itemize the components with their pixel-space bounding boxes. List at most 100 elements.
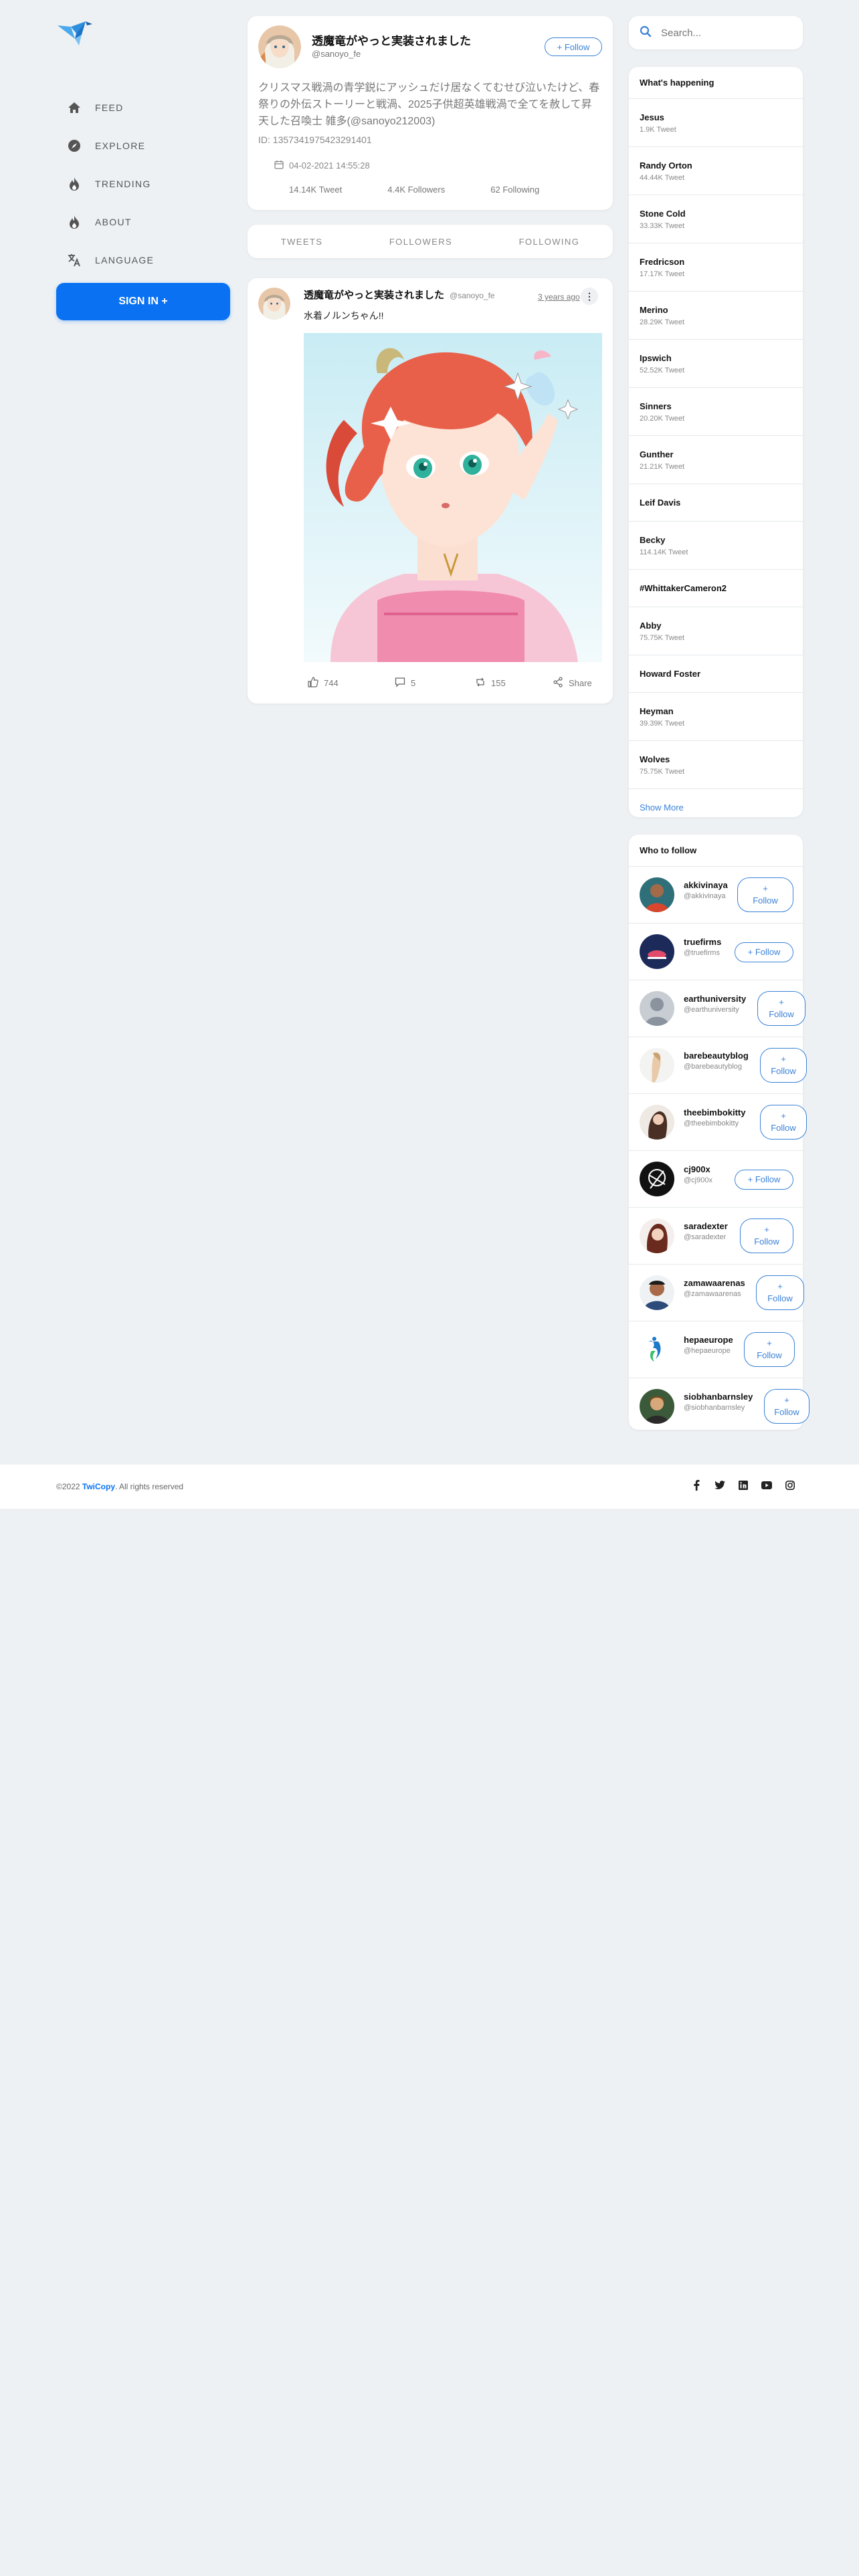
search-input[interactable]	[661, 27, 781, 39]
share-label: Share	[569, 678, 592, 688]
trend-name: Randy Orton	[640, 160, 692, 171]
suggestion-item: cj900x @cj900x + Follow	[629, 1151, 803, 1208]
trend-item[interactable]: Sinners 20.20K Tweet	[629, 388, 803, 436]
trend-item[interactable]: Ipswich 52.52K Tweet	[629, 340, 803, 388]
tweet-avatar[interactable]	[258, 288, 290, 320]
instagram-icon[interactable]	[784, 1479, 796, 1491]
suggestion-item: saradexter @saradexter + Follow	[629, 1208, 803, 1265]
trend-item[interactable]: Wolves 75.75K Tweet	[629, 741, 803, 789]
follow-button[interactable]: + Follow	[735, 942, 793, 962]
follow-button[interactable]: + Follow	[756, 1275, 804, 1310]
suggestion-name[interactable]: cj900x	[684, 1164, 710, 1174]
tweet-media-image[interactable]	[304, 333, 602, 662]
suggestion-item: zamawaarenas @zamawaarenas + Follow	[629, 1265, 804, 1321]
facebook-icon[interactable]	[690, 1479, 702, 1491]
suggestion-name[interactable]: saradexter	[684, 1221, 728, 1231]
trend-item[interactable]: Leif Davis	[629, 484, 803, 522]
copyright: ©2022 TwiCopy. All rights reserved	[56, 1482, 183, 1491]
suggestion-name[interactable]: barebeautyblog	[684, 1051, 749, 1061]
reply-button[interactable]: 5	[395, 677, 415, 689]
suggestion-name[interactable]: zamawaarenas	[684, 1278, 745, 1288]
tweet-author-name[interactable]: 透魔竜がやっと実装されました	[304, 288, 444, 302]
retweet-button[interactable]: 155	[475, 677, 506, 689]
sign-in-button[interactable]: SIGN IN +	[56, 283, 230, 320]
tab-followers[interactable]: FOLLOWERS	[389, 237, 452, 247]
trend-item[interactable]: #WhittakerCameron2	[629, 570, 803, 607]
follow-button[interactable]: + Follow	[737, 877, 793, 912]
avatar[interactable]	[640, 1332, 674, 1367]
whats-happening-panel: What's happening Jesus 1.9K Tweet Randy O…	[629, 67, 803, 817]
nav-item-language[interactable]: LANGUAGE	[56, 241, 230, 279]
follow-button[interactable]: + Follow	[760, 1048, 807, 1083]
profile-follow-button[interactable]: + Follow	[545, 37, 602, 56]
avatar[interactable]	[640, 1275, 674, 1310]
suggestion-handle: @truefirms	[684, 949, 720, 957]
trend-item[interactable]: Jesus 1.9K Tweet	[629, 99, 803, 147]
tweet-author: 透魔竜がやっと実装されました @sanoyo_fe	[304, 288, 495, 302]
footer: ©2022 TwiCopy. All rights reserved	[0, 1465, 859, 1509]
compass-icon	[67, 138, 82, 153]
suggestion-name[interactable]: siobhanbarnsley	[684, 1392, 753, 1402]
suggestion-name[interactable]: truefirms	[684, 937, 721, 947]
trend-item[interactable]: Heyman 39.39K Tweet	[629, 693, 803, 741]
follow-button[interactable]: + Follow	[764, 1389, 809, 1424]
bird-logo-icon[interactable]	[56, 19, 94, 48]
show-more-link[interactable]: Show More	[629, 789, 803, 826]
suggestion-item: theebimbokitty @theebimbokitty + Follow	[629, 1094, 807, 1151]
twitter-icon[interactable]	[714, 1479, 726, 1491]
brand-link[interactable]: TwiCopy	[82, 1482, 115, 1491]
suggestion-item: akkivinaya @akkivinaya + Follow	[629, 867, 803, 924]
follow-button[interactable]: + Follow	[760, 1105, 807, 1140]
avatar[interactable]	[640, 991, 674, 1026]
avatar[interactable]	[640, 934, 674, 969]
profile-card: 透魔竜がやっと実装されました @sanoyo_fe + Follow クリスマス…	[248, 16, 613, 210]
nav-label-feed: FEED	[95, 102, 124, 113]
trend-item[interactable]: Howard Foster	[629, 655, 803, 693]
profile-following-count[interactable]: 62 Following	[490, 185, 539, 195]
avatar[interactable]	[640, 1389, 674, 1424]
trend-item[interactable]: Merino 28.29K Tweet	[629, 292, 803, 340]
follow-button[interactable]: + Follow	[757, 991, 805, 1026]
profile-tweet-count[interactable]: 14.14K Tweet	[289, 185, 342, 195]
more-options-icon[interactable]: ⋮	[581, 288, 598, 305]
avatar[interactable]	[640, 1162, 674, 1196]
trend-item[interactable]: Becky 114.14K Tweet	[629, 522, 803, 570]
suggestion-name[interactable]: hepaeurope	[684, 1335, 733, 1345]
trend-item[interactable]: Abby 75.75K Tweet	[629, 607, 803, 655]
trend-count: 1.9K Tweet	[640, 125, 676, 134]
share-button[interactable]: Share	[553, 677, 592, 689]
follow-button[interactable]: + Follow	[735, 1170, 793, 1190]
profile-stats: 14.14K Tweet 4.4K Followers 62 Following	[289, 185, 585, 195]
home-icon	[67, 100, 82, 115]
trend-item[interactable]: Fredricson 17.17K Tweet	[629, 243, 803, 292]
tab-tweets[interactable]: TWEETS	[281, 237, 323, 247]
trend-item[interactable]: Gunther 21.21K Tweet	[629, 436, 803, 484]
suggestion-name[interactable]: earthuniversity	[684, 994, 746, 1004]
avatar[interactable]	[640, 1048, 674, 1083]
follow-button[interactable]: + Follow	[740, 1218, 793, 1253]
avatar[interactable]	[640, 1218, 674, 1253]
nav-item-about[interactable]: ABOUT	[56, 203, 230, 241]
youtube-icon[interactable]	[761, 1479, 773, 1491]
avatar[interactable]	[640, 1105, 674, 1140]
follow-button[interactable]: + Follow	[744, 1332, 795, 1367]
trend-item[interactable]: Stone Cold 33.33K Tweet	[629, 195, 803, 243]
nav-item-trending[interactable]: TRENDING	[56, 165, 230, 203]
like-button[interactable]: 744	[308, 677, 339, 689]
suggestion-name[interactable]: theebimbokitty	[684, 1107, 745, 1117]
trend-count: 75.75K Tweet	[640, 633, 685, 642]
profile-followers-count[interactable]: 4.4K Followers	[387, 185, 445, 195]
trend-name: Heyman	[640, 706, 674, 716]
suggestion-name[interactable]: akkivinaya	[684, 880, 728, 890]
nav-item-feed[interactable]: FEED	[56, 88, 230, 126]
avatar[interactable]	[640, 877, 674, 912]
search-box[interactable]	[629, 16, 803, 49]
trend-count: 44.44K Tweet	[640, 173, 685, 182]
profile-id: ID: 1357341975423291401	[258, 134, 372, 145]
tab-following[interactable]: FOLLOWING	[519, 237, 580, 247]
tweet-timestamp-link[interactable]: 3 years ago	[538, 292, 580, 302]
linkedin-icon[interactable]	[737, 1479, 749, 1491]
suggestion-handle: @cj900x	[684, 1176, 712, 1184]
trend-item[interactable]: Randy Orton 44.44K Tweet	[629, 147, 803, 195]
nav-item-explore[interactable]: EXPLORE	[56, 126, 230, 165]
